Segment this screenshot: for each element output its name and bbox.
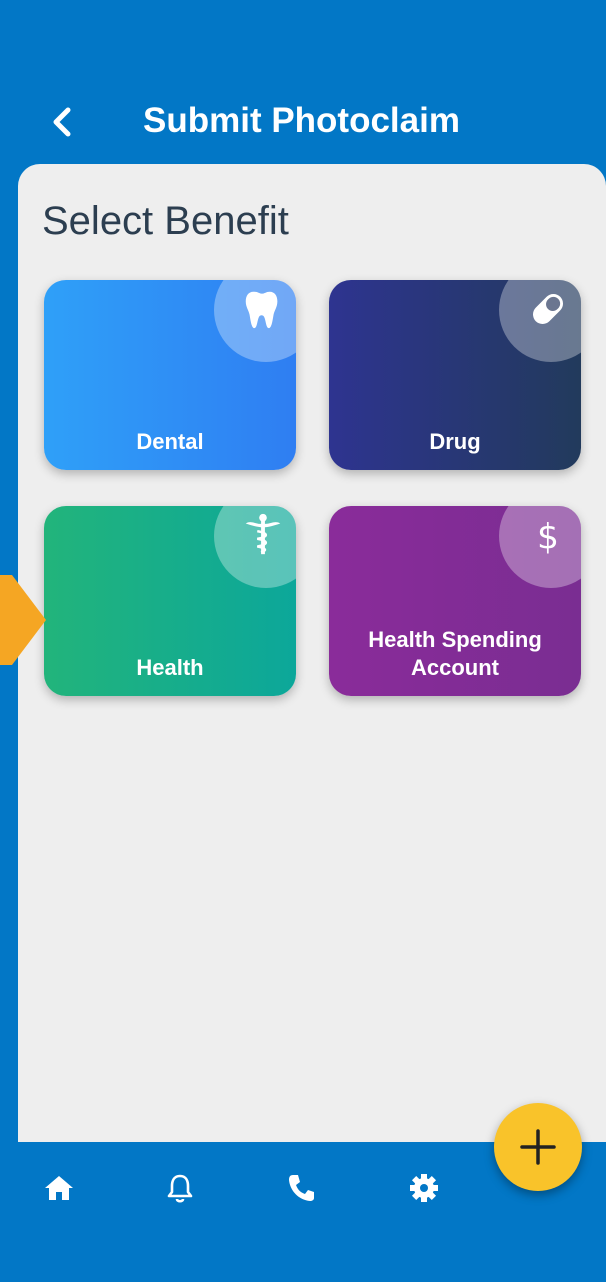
card-label: Health Spending Account bbox=[368, 627, 542, 680]
phone-icon bbox=[289, 1175, 314, 1201]
pointer-arrow-icon bbox=[0, 575, 46, 665]
benefit-card-dental[interactable]: Dental bbox=[44, 280, 296, 470]
bell-icon bbox=[167, 1174, 193, 1203]
pill-icon bbox=[499, 280, 581, 362]
nav-home[interactable] bbox=[39, 1168, 79, 1208]
dollar-icon: $ bbox=[499, 506, 581, 588]
chevron-left-icon bbox=[53, 107, 71, 137]
page-title: Submit Photoclaim bbox=[143, 101, 460, 140]
card-label: Health bbox=[136, 655, 204, 680]
benefit-card-health[interactable]: Health bbox=[44, 506, 296, 696]
back-button[interactable] bbox=[42, 100, 86, 144]
home-icon bbox=[45, 1176, 73, 1200]
nav-phone[interactable] bbox=[281, 1168, 321, 1208]
nav-settings[interactable] bbox=[404, 1168, 444, 1208]
gear-icon bbox=[410, 1174, 438, 1202]
benefit-card-drug[interactable]: Drug bbox=[329, 280, 581, 470]
caduceus-icon bbox=[214, 506, 296, 588]
app-header bbox=[0, 0, 606, 180]
tooth-icon bbox=[214, 280, 296, 362]
section-title: Select Benefit bbox=[42, 199, 289, 243]
nav-notifications[interactable] bbox=[160, 1168, 200, 1208]
plus-icon bbox=[520, 1129, 556, 1165]
svg-text:$: $ bbox=[537, 517, 559, 557]
card-label: Drug bbox=[429, 429, 481, 454]
add-button[interactable] bbox=[494, 1103, 582, 1191]
card-label: Dental bbox=[136, 429, 204, 454]
benefit-card-hsa[interactable]: $ Health Spending Account bbox=[329, 506, 581, 696]
